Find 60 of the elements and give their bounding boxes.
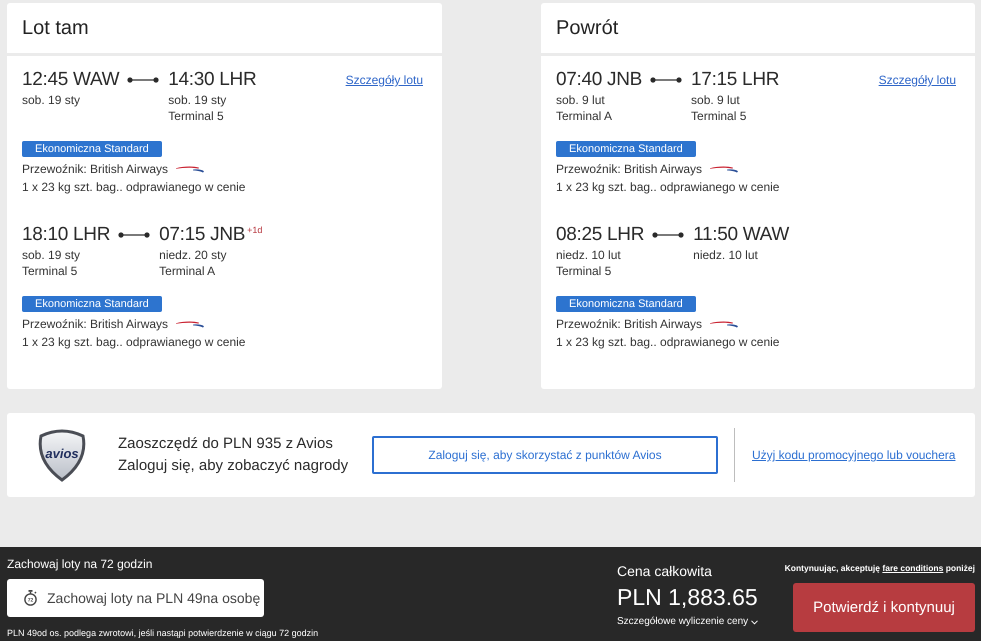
flight-date: sob. 19 sty (22, 247, 80, 263)
fare-class-badge: Ekonomiczna Standard (22, 141, 162, 157)
flight-date: sob. 9 lut (691, 92, 740, 108)
route-line-icon (650, 76, 682, 84)
departure-time: 08:25 LHR (556, 224, 644, 246)
confirm-button[interactable]: Potwierdź i kontynuuj (793, 583, 975, 632)
terminal-label: Terminal 5 (691, 108, 746, 124)
flight-date: niedz. 10 lut (693, 247, 758, 263)
avios-subline: Zaloguj się, aby zobaczyć nagrody (118, 456, 348, 476)
arrival-time: 17:15 LHR (691, 69, 780, 91)
carrier-text: Przewoźnik: British Airways (556, 161, 702, 178)
departure-time: 18:10 LHR (22, 224, 110, 246)
carrier-text: Przewoźnik: British Airways (22, 161, 168, 178)
promo-code-link[interactable]: Użyj kodu promocyjnego lub vouchera (752, 448, 956, 462)
arrival-time: 11:50 WAW (693, 224, 789, 246)
price-breakdown-link[interactable]: Szczegółowe wyliczenie ceny (617, 615, 758, 629)
carrier-text: Przewoźnik: British Airways (556, 316, 702, 333)
departure-time: 07:40 JNB (556, 69, 642, 91)
day-offset-label: +1d (247, 225, 262, 235)
terminal-label: Terminal A (556, 108, 612, 124)
terminal-label: Terminal 5 (22, 263, 78, 279)
fare-conditions-link[interactable]: fare conditions (882, 563, 944, 573)
fare-class-badge: Ekonomiczna Standard (556, 296, 696, 312)
swoosh-icon (176, 320, 204, 328)
arrival-time: 14:30 LHR (168, 69, 256, 91)
flight-details-link[interactable]: Szczegóły lotu (878, 69, 956, 91)
total-price: PLN 1,883.65 (617, 583, 758, 611)
flight-date: sob. 9 lut (556, 92, 605, 108)
baggage-text: 1 x 23 kg szt. bag.. odprawianego w cenie (22, 334, 246, 351)
carrier-text: Przewoźnik: British Airways (22, 316, 168, 333)
terminal-label: Terminal A (159, 263, 216, 279)
arrival-time: 07:15 JNB (159, 224, 246, 246)
journey-title: Powrót (556, 16, 618, 40)
fare-class-badge: Ekonomiczna Standard (22, 296, 162, 312)
chevron-down-icon (751, 620, 758, 624)
avios-headline: Zaoszczędź do PLN 935 z Avios (118, 434, 333, 454)
flight-date: sob. 19 sty (168, 92, 226, 108)
baggage-text: 1 x 23 kg szt. bag.. odprawianego w cenie (556, 179, 780, 196)
terminal-label: Terminal 5 (556, 263, 612, 279)
swoosh-icon (710, 320, 738, 328)
terms-text: Kontynuując, akceptuję fare conditions poniżej (784, 562, 975, 574)
terminal-label: Terminal 5 (168, 108, 224, 124)
flight-date: niedz. 20 sty (159, 247, 227, 263)
journey-title: Lot tam (22, 16, 89, 40)
fare-class-badge: Ekonomiczna Standard (556, 141, 696, 157)
baggage-text: 1 x 23 kg szt. bag.. odprawianego w cenie (556, 334, 780, 351)
route-line-icon (118, 231, 150, 239)
flight-details-link[interactable]: Szczegóły lotu (346, 69, 423, 91)
avios-login-button[interactable]: Zaloguj się, aby skorzystać z punktów Avios (372, 436, 718, 474)
departure-time: 12:45 WAW (22, 69, 120, 91)
route-line-icon (127, 76, 160, 84)
price-label: Cena całkowita (617, 562, 712, 580)
baggage-text: 1 x 23 kg szt. bag.. odprawianego w cenie (22, 179, 246, 196)
hold-title: Zachowaj loty na 72 godzin (7, 556, 152, 572)
route-line-icon (652, 231, 684, 239)
flight-date: sob. 19 sty (22, 92, 80, 108)
hold-note: PLN 49od os. podlega zwrotowi, jeśli nastąpi potwierdzenie w ciągu 72 godzin (7, 627, 318, 639)
swoosh-icon (176, 165, 204, 173)
swoosh-icon (710, 165, 738, 173)
flight-date: niedz. 10 lut (556, 247, 621, 263)
